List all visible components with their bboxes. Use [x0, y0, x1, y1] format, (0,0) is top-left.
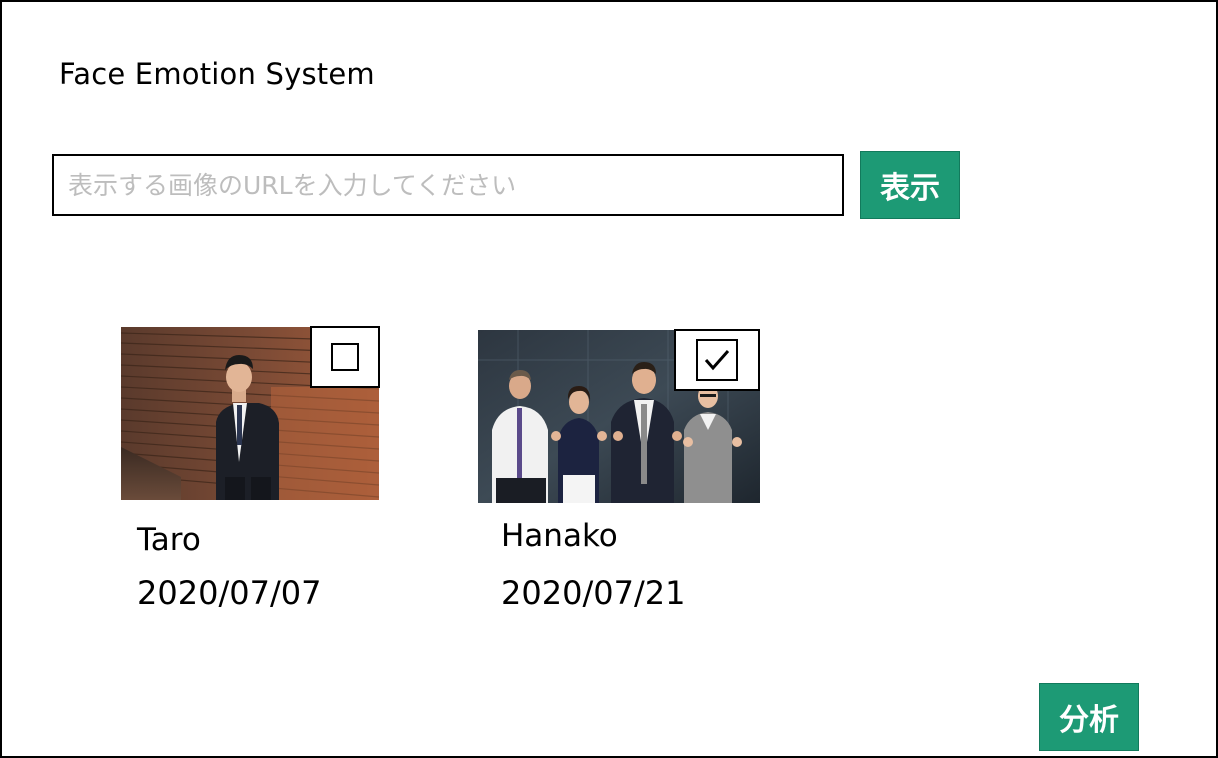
app-window: Face Emotion System 表示する画像のURLを入力してください … — [0, 0, 1218, 758]
checkmark-icon — [704, 350, 730, 371]
analyze-button[interactable]: 分析 — [1039, 683, 1139, 751]
person-name: Taro — [137, 522, 201, 558]
select-checkbox-hanako[interactable] — [674, 329, 760, 391]
photo-card-hanako: Hanako 2020/07/21 — [478, 329, 760, 612]
app-title: Face Emotion System — [59, 57, 375, 91]
photo-date: 2020/07/07 — [137, 574, 322, 612]
checkbox-unchecked-icon — [331, 343, 359, 371]
photo-card-taro: Taro 2020/07/07 — [121, 326, 380, 612]
show-button[interactable]: 表示 — [860, 151, 960, 219]
person-name: Hanako — [501, 518, 618, 554]
checkbox-checked-icon — [696, 339, 738, 381]
url-input[interactable] — [52, 154, 844, 216]
photo-date: 2020/07/21 — [501, 574, 686, 612]
select-checkbox-taro[interactable] — [310, 326, 380, 388]
